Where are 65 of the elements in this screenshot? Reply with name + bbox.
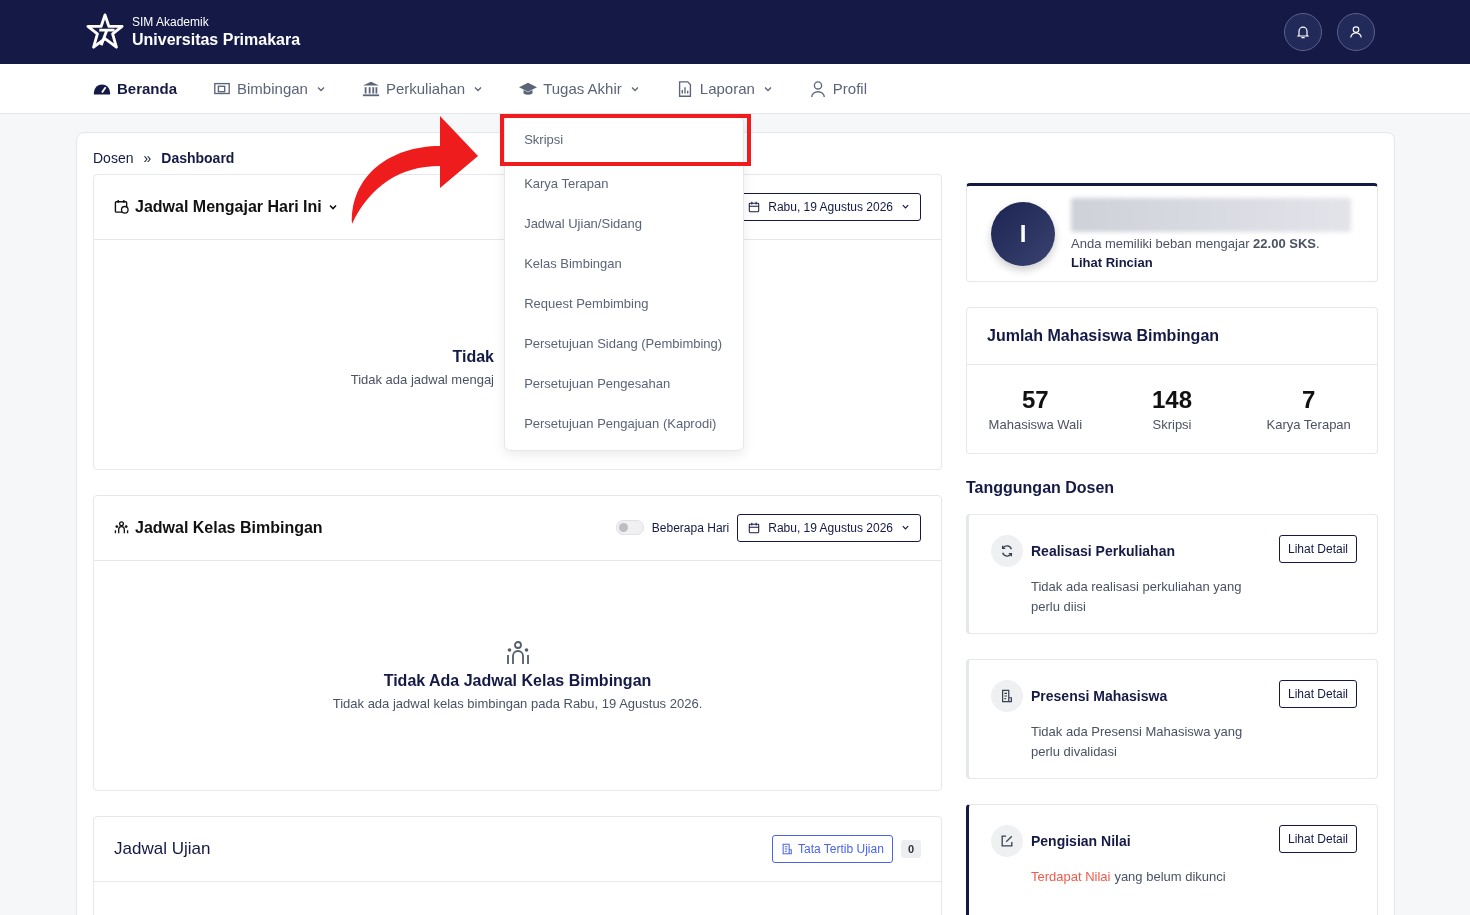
app-subtitle: SIM Akademik <box>132 15 210 29</box>
card-title: Jadwal Mengajar Hari Ini <box>135 197 322 216</box>
notification-icon[interactable] <box>1284 13 1322 51</box>
calendar-icon <box>748 521 761 534</box>
user-icon <box>808 79 827 98</box>
section-title: Tanggungan Dosen <box>966 479 1116 497</box>
menu-item[interactable]: Kelas Bimbingan <box>505 243 744 284</box>
avatar: I <box>991 201 1055 266</box>
user-icon[interactable] <box>1337 13 1375 51</box>
university-name: Universitas Primakara <box>132 31 301 49</box>
card-title: Jadwal Ujian <box>114 838 211 859</box>
nav-item[interactable]: Laporan <box>675 79 773 98</box>
calendar-icon <box>748 200 761 213</box>
empty-state-text: Tidak ada jadwal mengaj <box>350 371 494 387</box>
stat-value: 57 <box>1022 386 1049 414</box>
chevron-down-icon <box>901 202 910 212</box>
breadcrumb-item: Dashboard <box>161 150 235 167</box>
nav-item[interactable]: Bimbingan <box>213 79 326 98</box>
menu-item[interactable]: Request Pembimbing <box>505 283 744 324</box>
menu-item[interactable]: Skripsi <box>502 115 750 164</box>
nav-item[interactable]: Beranda <box>93 79 178 98</box>
task-description: Tidak ada realisasi perkuliahan yang perlu diisi <box>1031 578 1243 616</box>
card-title: Jadwal Kelas Bimbingan <box>135 518 323 537</box>
task-description: Tidak ada Presensi Mahasiswa yang perlu divalidasi <box>1031 723 1244 761</box>
breadcrumb-item: » <box>143 150 152 167</box>
count-badge: 0 <box>900 839 921 858</box>
menu-item[interactable]: Persetujuan Sidang (Pembimbing) <box>505 323 744 364</box>
task-title: Realisasi Perkuliahan <box>1031 543 1176 559</box>
details-link[interactable]: Lihat Rincian <box>1071 254 1351 270</box>
building-icon <box>361 79 380 98</box>
calendar-clock-icon <box>114 199 129 215</box>
empty-state-title: Tidak Ada Jadwal Kelas Bimbingan <box>383 671 652 690</box>
nav-item[interactable]: Profil <box>808 79 868 98</box>
nav-item[interactable]: Perkuliahan <box>361 79 484 98</box>
empty-state-title: Tidak <box>452 347 494 366</box>
detail-button[interactable]: Lihat Detail <box>1278 535 1357 563</box>
empty-state-text: Tidak ada jadwal kelas bimbingan pada Rabu, 19 Agustus 2026. <box>332 695 703 711</box>
chevron-down-icon <box>901 523 910 533</box>
menu-item[interactable]: Persetujuan Pengesahan <box>505 363 744 404</box>
nav-item[interactable]: Tugas Akhir <box>519 79 640 98</box>
breadcrumb-item[interactable]: Dosen <box>93 150 134 167</box>
stat-label: Skripsi <box>1152 417 1192 432</box>
document-icon <box>781 842 794 855</box>
stat-value: 148 <box>1152 386 1193 414</box>
detail-button[interactable]: Lihat Detail <box>1278 680 1357 708</box>
rules-button[interactable]: Tata Tertib Ujian <box>772 834 893 863</box>
stat-label: Karya Terapan <box>1266 417 1351 432</box>
task-icon <box>991 680 1023 712</box>
task-title: Pengisian Nilai <box>1031 833 1132 849</box>
stat-label: Mahasiswa Wali <box>988 417 1083 432</box>
star-logo-icon <box>86 13 124 51</box>
teaching-load-text: Anda memiliki beban mengajar 22.00 SKS. <box>1071 235 1321 251</box>
menu-item[interactable]: Persetujuan Pengajuan (Kaprodi) <box>505 403 744 444</box>
toggle-switch[interactable] <box>615 520 644 536</box>
date-picker[interactable]: Rabu, 19 Agustus 2026 <box>737 513 921 542</box>
card-title: Jumlah Mahasiswa Bimbingan <box>987 327 1220 345</box>
task-title: Presensi Mahasiswa <box>1031 688 1169 704</box>
task-icon <box>991 825 1023 857</box>
detail-button[interactable]: Lihat Detail <box>1278 825 1357 853</box>
task-icon <box>991 535 1023 567</box>
toggle-label: Beberapa Hari <box>651 520 730 535</box>
stat-value: 7 <box>1302 386 1316 414</box>
task-description: Terdapat Nilai yang belum dikunci <box>1031 868 1227 886</box>
people-icon <box>504 639 531 666</box>
people-icon <box>114 520 129 536</box>
